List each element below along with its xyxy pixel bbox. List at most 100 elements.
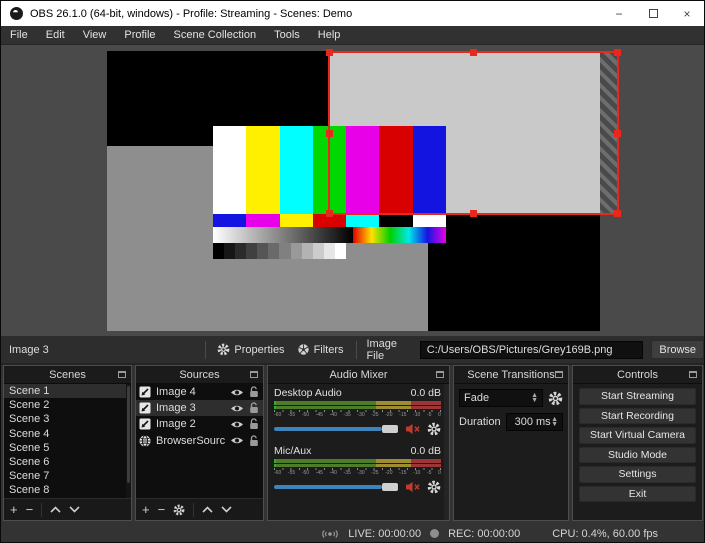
- dock-icon[interactable]: [250, 371, 258, 378]
- source-item[interactable]: Image 2: [136, 416, 263, 432]
- controls-title: Controls: [617, 368, 658, 381]
- menu-tools[interactable]: Tools: [265, 26, 309, 44]
- db-tick-label: 0: [438, 412, 441, 418]
- volume-slider-handle[interactable]: [381, 483, 398, 491]
- studio-mode-button[interactable]: Studio Mode: [579, 446, 696, 463]
- source-name: Image 4: [156, 386, 196, 399]
- dock-icon[interactable]: [118, 371, 126, 378]
- menu-bar: File Edit View Profile Scene Collection …: [1, 26, 704, 45]
- source-item[interactable]: BrowserSource: [136, 433, 263, 449]
- image-source-icon: [139, 402, 151, 414]
- db-tick-label: -5: [426, 470, 432, 476]
- lock-open-icon[interactable]: [249, 418, 259, 430]
- gear-icon[interactable]: [427, 422, 441, 436]
- lock-open-icon[interactable]: [249, 434, 259, 447]
- menu-view[interactable]: View: [74, 26, 116, 44]
- transition-settings-gear-icon[interactable]: [548, 391, 563, 406]
- start-recording-button[interactable]: Start Recording: [579, 407, 696, 424]
- resize-handle-middle-right[interactable]: [614, 129, 621, 137]
- mute-icon[interactable]: [406, 423, 420, 435]
- start-virtual-camera-button[interactable]: Start Virtual Camera: [579, 427, 696, 444]
- image-file-label: Image File: [366, 337, 398, 362]
- scene-item[interactable]: Scene 2: [4, 398, 131, 412]
- close-button[interactable]: ×: [670, 1, 704, 26]
- minimize-button[interactable]: −: [602, 1, 636, 26]
- volume-slider[interactable]: [274, 483, 399, 491]
- window-controls: − ×: [602, 1, 704, 26]
- transition-select[interactable]: Fade ▲ ▼: [459, 389, 543, 407]
- scene-item[interactable]: Scene 8: [4, 483, 131, 497]
- db-tick-label: -50: [301, 470, 310, 476]
- add-source-button[interactable]: +: [142, 503, 150, 516]
- resize-handle-bottom-left[interactable]: [326, 210, 333, 217]
- sources-panel-header[interactable]: Sources: [136, 366, 263, 384]
- start-streaming-button[interactable]: Start Streaming: [579, 388, 696, 405]
- selection-border[interactable]: [326, 49, 621, 217]
- dock-icon[interactable]: [555, 371, 563, 378]
- volume-slider[interactable]: [274, 425, 399, 433]
- source-item[interactable]: Image 4: [136, 384, 263, 400]
- scene-item[interactable]: Scene 4: [4, 427, 131, 441]
- lock-open-icon[interactable]: [249, 402, 259, 414]
- scenes-scrollbar[interactable]: [126, 384, 131, 498]
- resize-handle-top-left[interactable]: [326, 49, 333, 56]
- visibility-eye-icon[interactable]: [230, 404, 244, 413]
- properties-button[interactable]: Properties: [211, 343, 290, 356]
- status-bar: LIVE: 00:00:00 REC: 00:00:00 CPU: 0.4%, …: [1, 523, 704, 542]
- menu-file[interactable]: File: [1, 26, 37, 44]
- scene-item[interactable]: Scene 1: [4, 384, 131, 399]
- resize-handle-top-middle[interactable]: [470, 49, 477, 56]
- transition-value: Fade: [464, 392, 490, 404]
- mixer-scrollbar[interactable]: [444, 384, 449, 520]
- visibility-eye-icon[interactable]: [230, 436, 244, 445]
- menu-help[interactable]: Help: [309, 26, 350, 44]
- toolbar-separator: [193, 502, 195, 517]
- add-scene-button[interactable]: +: [10, 503, 18, 516]
- scenes-panel-header[interactable]: Scenes: [4, 366, 131, 384]
- dock-icon[interactable]: [689, 371, 697, 378]
- move-scene-down-button[interactable]: [69, 506, 80, 513]
- audio-mixer-panel-header[interactable]: Audio Mixer: [268, 366, 449, 384]
- db-tick-label: -10: [413, 412, 421, 418]
- scene-transitions-panel-header[interactable]: Scene Transitions: [454, 366, 568, 384]
- resize-handle-bottom-middle[interactable]: [470, 210, 477, 217]
- visibility-eye-icon[interactable]: [230, 420, 244, 429]
- menu-scene-collection[interactable]: Scene Collection: [165, 26, 266, 44]
- move-source-up-button[interactable]: [202, 506, 213, 513]
- scene-item[interactable]: Scene 7: [4, 469, 131, 483]
- menu-profile[interactable]: Profile: [115, 26, 164, 44]
- scene-item[interactable]: Scene 6: [4, 455, 131, 469]
- resize-handle-middle-left[interactable]: [326, 129, 333, 137]
- db-tick-label: -40: [329, 470, 337, 476]
- lock-open-icon[interactable]: [249, 386, 259, 398]
- move-source-down-button[interactable]: [221, 506, 232, 513]
- gear-icon[interactable]: [427, 480, 441, 494]
- visibility-eye-icon[interactable]: [230, 388, 244, 397]
- spinbox-arrows-icon[interactable]: ▲ ▼: [551, 416, 558, 428]
- exit-button[interactable]: Exit: [579, 485, 696, 502]
- duration-spinbox[interactable]: 300 ms ▲ ▼: [505, 413, 563, 431]
- source-properties-button[interactable]: [173, 504, 185, 516]
- dock-icon[interactable]: [436, 371, 444, 378]
- settings-button[interactable]: Settings: [579, 466, 696, 483]
- db-tick-label: 0: [438, 470, 441, 476]
- resize-handle-top-right[interactable]: [614, 49, 621, 56]
- filters-button[interactable]: Filters: [291, 343, 350, 356]
- source-item-selected[interactable]: Image 3: [136, 400, 263, 417]
- scene-item[interactable]: Scene 5: [4, 441, 131, 455]
- move-scene-up-button[interactable]: [50, 506, 61, 513]
- mute-icon[interactable]: [406, 481, 420, 493]
- image-file-input[interactable]: [419, 340, 644, 359]
- volume-slider-handle[interactable]: [381, 425, 398, 433]
- maximize-button[interactable]: [636, 1, 670, 26]
- window-title: OBS 26.1.0 (64-bit, windows) - Profile: …: [30, 7, 353, 20]
- browse-button[interactable]: Browse: [651, 340, 704, 359]
- volume-meter: [274, 459, 441, 467]
- controls-panel-header[interactable]: Controls: [573, 366, 702, 384]
- scene-item[interactable]: Scene 3: [4, 412, 131, 426]
- scene-transitions-title: Scene Transitions: [467, 368, 555, 381]
- remove-scene-button[interactable]: −: [26, 503, 34, 516]
- remove-source-button[interactable]: −: [158, 503, 166, 516]
- resize-handle-bottom-right[interactable]: [614, 210, 621, 217]
- menu-edit[interactable]: Edit: [37, 26, 74, 44]
